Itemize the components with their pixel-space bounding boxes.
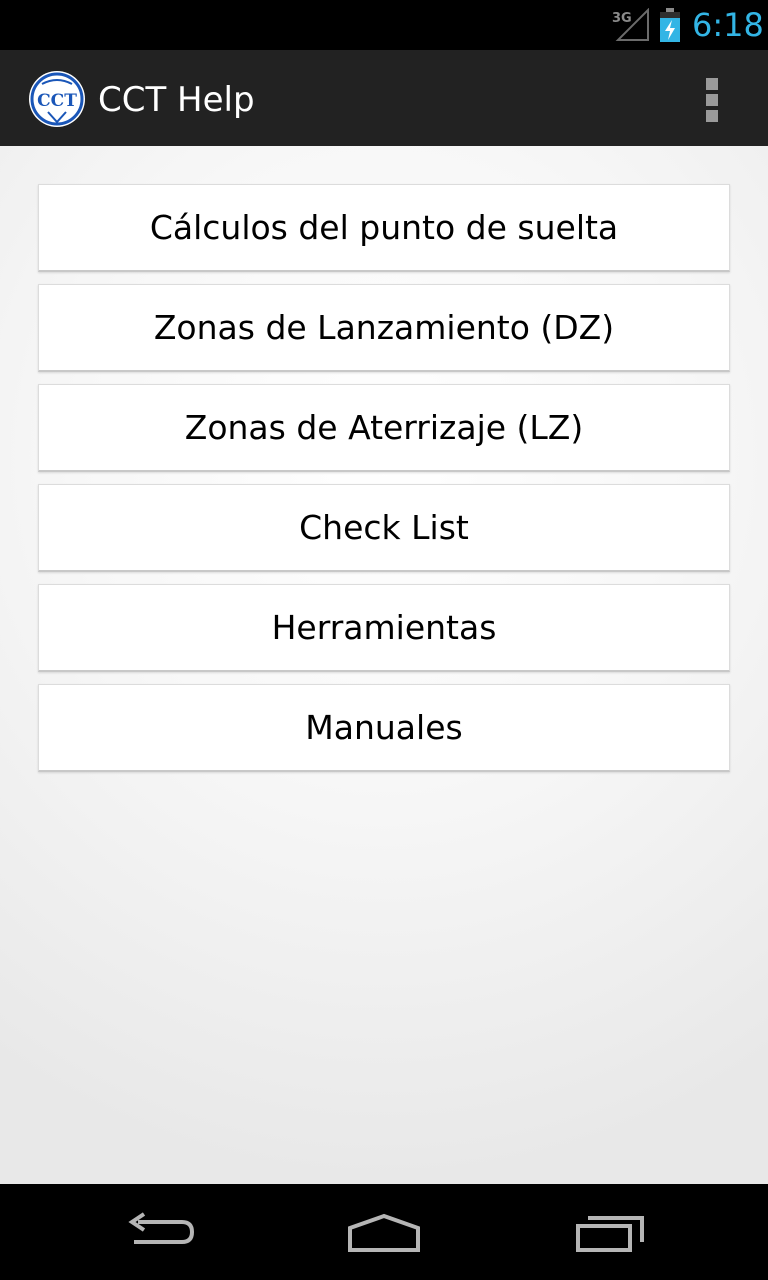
logo-text: CCT bbox=[37, 91, 77, 111]
overflow-menu-icon bbox=[706, 78, 718, 90]
overflow-dot bbox=[706, 110, 718, 122]
menu-button-check-list[interactable]: Check List bbox=[38, 484, 730, 572]
main-content: Cálculos del punto de suelta Zonas de La… bbox=[0, 146, 768, 1184]
battery-charging-icon bbox=[660, 8, 680, 42]
menu-button-calculos[interactable]: Cálculos del punto de suelta bbox=[38, 184, 730, 272]
signal-icon: 3G bbox=[612, 8, 649, 41]
back-icon[interactable] bbox=[124, 1212, 196, 1252]
status-time: 6:18 bbox=[692, 6, 764, 44]
menu-button-zonas-aterrizaje[interactable]: Zonas de Aterrizaje (LZ) bbox=[38, 384, 730, 472]
menu-button-manuales[interactable]: Manuales bbox=[38, 684, 730, 772]
home-icon[interactable] bbox=[346, 1212, 422, 1254]
action-bar: CCT CCT Help bbox=[0, 50, 768, 146]
recent-apps-icon[interactable] bbox=[574, 1212, 646, 1254]
network-type-label: 3G bbox=[612, 11, 632, 26]
menu-button-zonas-lanzamiento[interactable]: Zonas de Lanzamiento (DZ) bbox=[38, 284, 730, 372]
overflow-dot bbox=[706, 94, 718, 106]
app-title: CCT Help bbox=[98, 80, 255, 120]
overflow-menu-button[interactable] bbox=[690, 70, 734, 130]
menu-button-herramientas[interactable]: Herramientas bbox=[38, 584, 730, 672]
menu-list: Cálculos del punto de suelta Zonas de La… bbox=[38, 184, 730, 784]
app-logo-icon[interactable]: CCT bbox=[28, 70, 86, 128]
navigation-bar bbox=[0, 1184, 768, 1280]
status-bar: 3G 6:18 bbox=[0, 0, 768, 50]
